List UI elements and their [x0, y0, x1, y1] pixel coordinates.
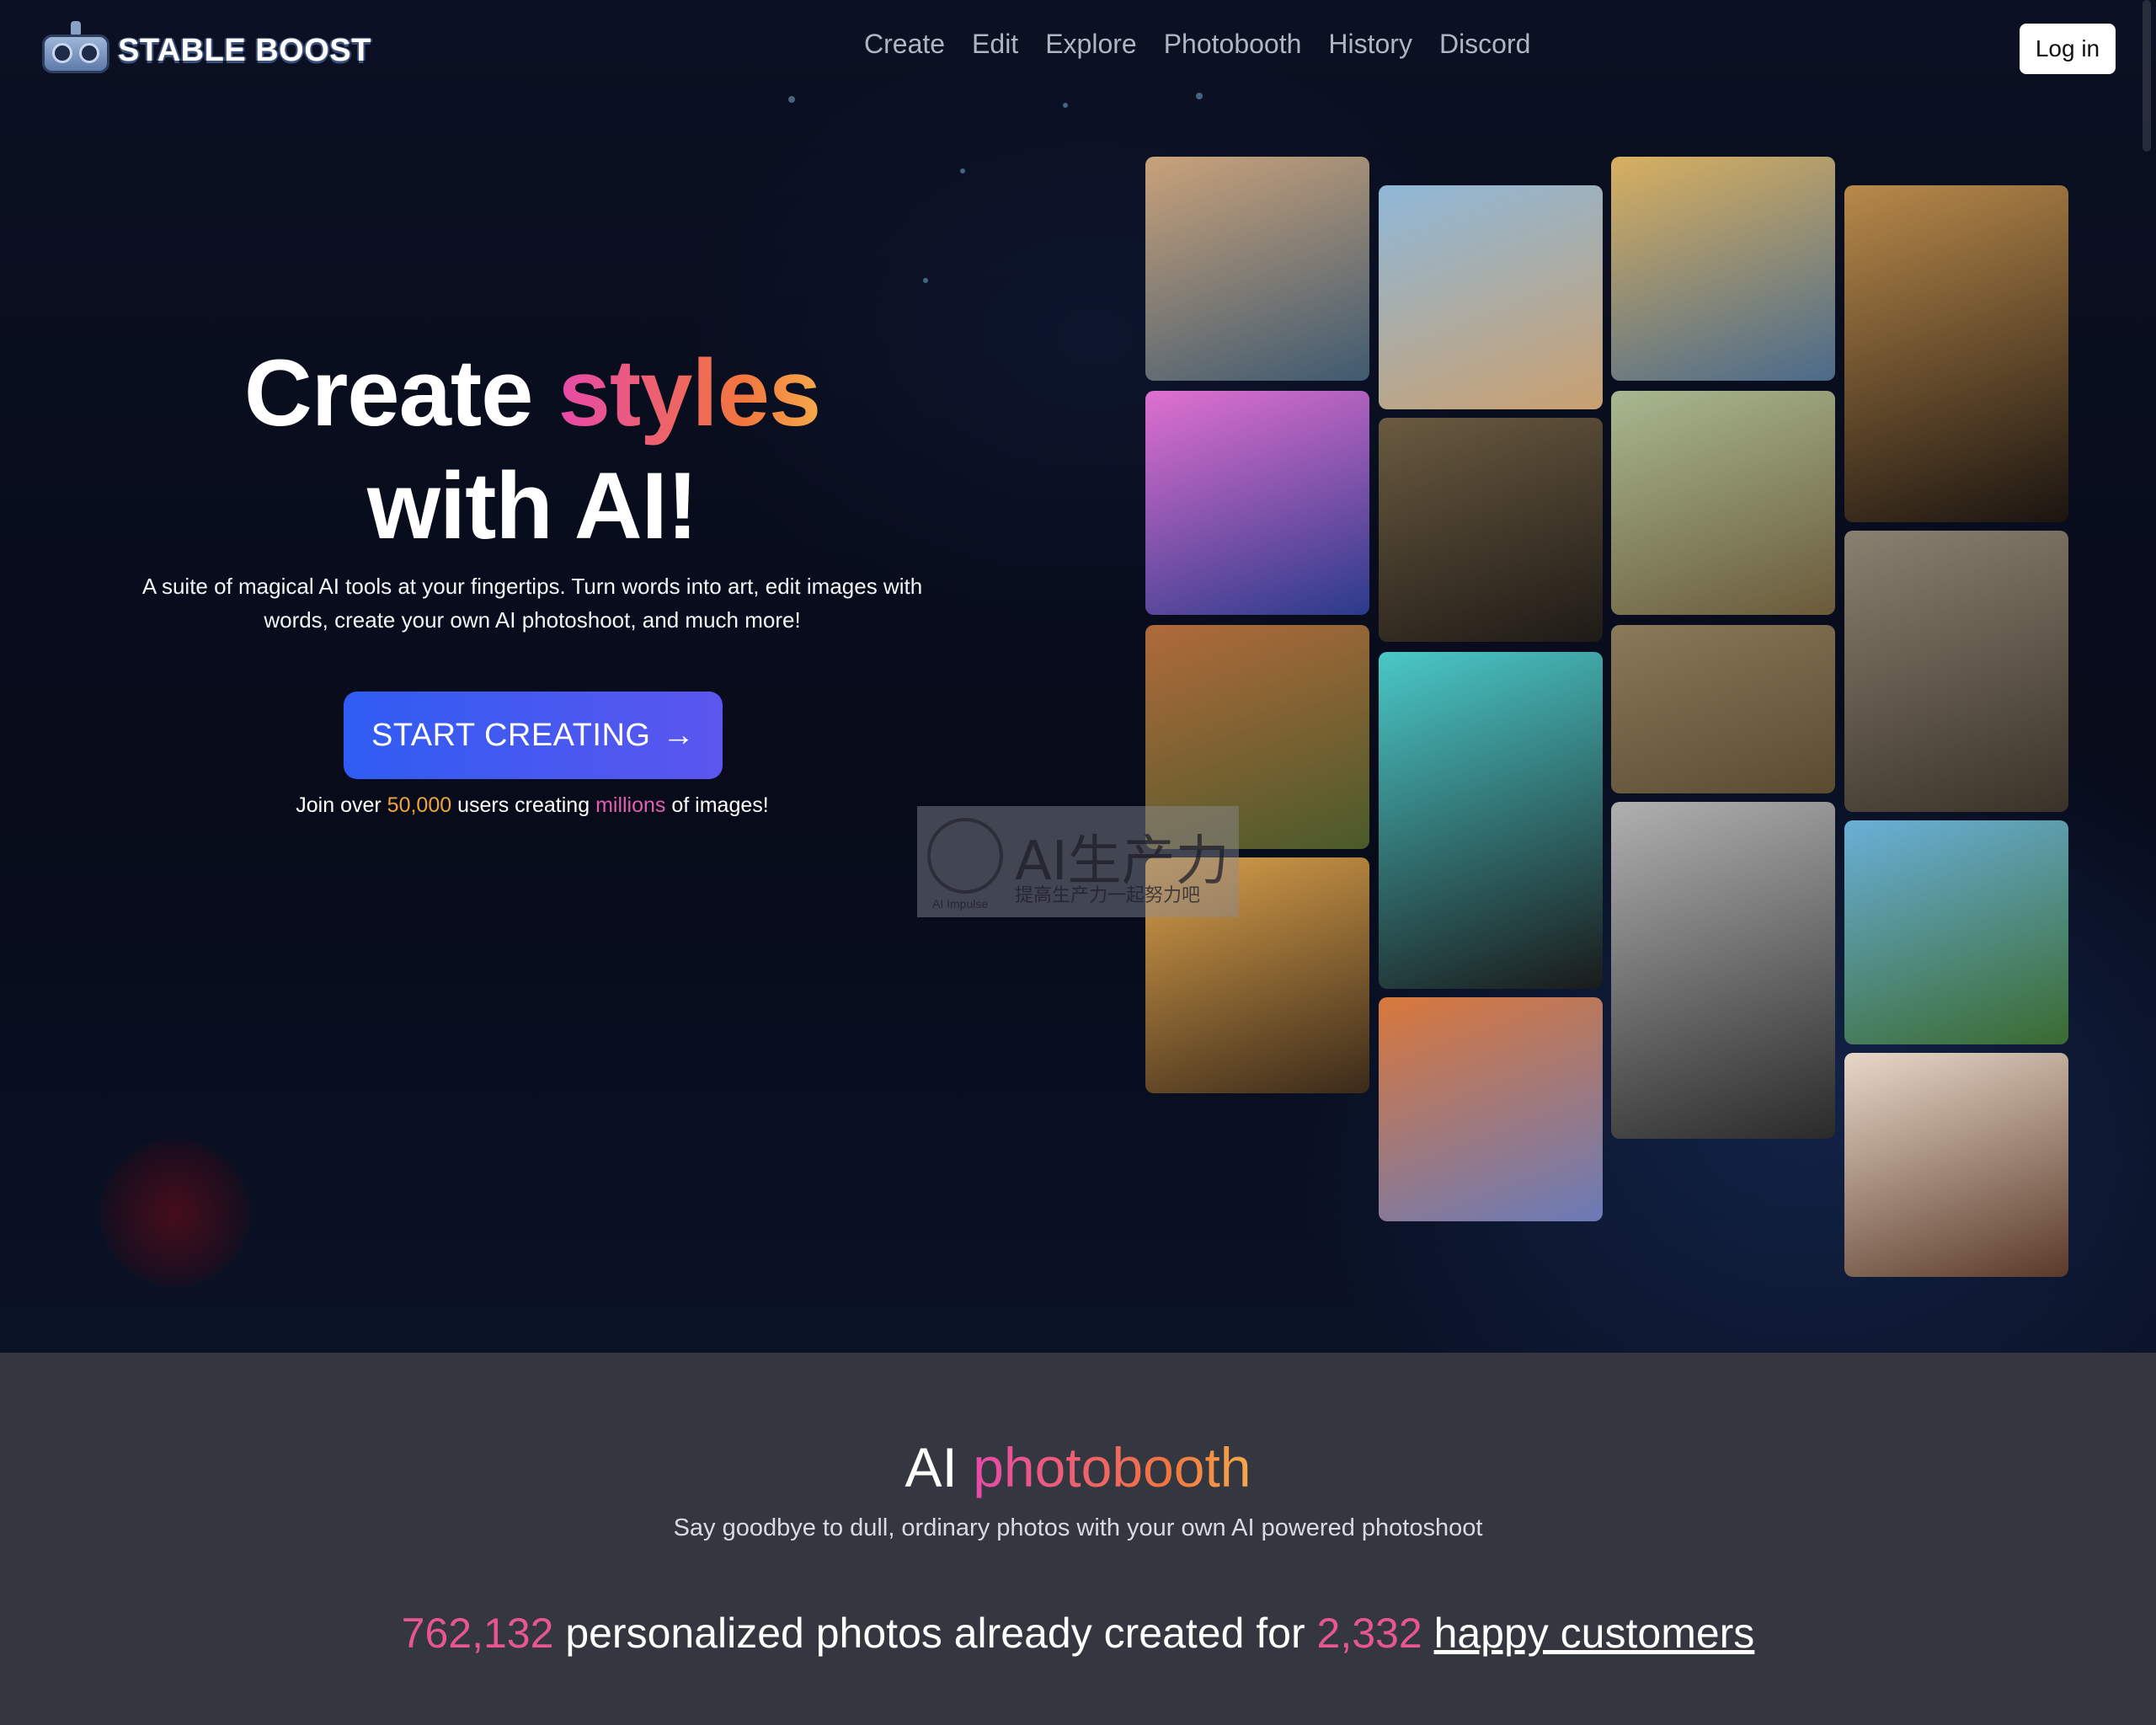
- horse-logo-icon: [927, 818, 1003, 894]
- gallery-image-domed-building-ruins[interactable]: [1844, 531, 2068, 812]
- watermark-subtitle: 提高生产力一起努力吧: [1015, 885, 1201, 906]
- nav-explore[interactable]: Explore: [1045, 29, 1137, 60]
- gallery-image-fox-closeup[interactable]: [1379, 997, 1603, 1221]
- photobooth-subtitle: Say goodbye to dull, ordinary photos wit…: [673, 1514, 1483, 1541]
- photos-mid-text: personalized photos already created for: [553, 1610, 1317, 1657]
- photobooth-section: AI photobooth Say goodbye to dull, ordin…: [0, 1353, 2156, 1725]
- join-suffix: of images!: [665, 793, 769, 817]
- nav-history[interactable]: History: [1328, 29, 1412, 60]
- hero-subcopy: A suite of magical AI tools at your fing…: [141, 574, 923, 633]
- join-millions: millions: [595, 793, 666, 817]
- brand-name: STABLE BOOST: [118, 32, 371, 68]
- gallery-image-mountain-lake-landscape[interactable]: [1844, 820, 2068, 1044]
- nav-photobooth[interactable]: Photobooth: [1164, 29, 1302, 60]
- nav-discord[interactable]: Discord: [1439, 29, 1530, 60]
- headline-prefix: Create: [243, 340, 558, 446]
- login-button[interactable]: Log in: [2020, 24, 2116, 74]
- gallery-image-man-in-gold-suit[interactable]: [1844, 185, 2068, 522]
- arrow-right-icon: →: [662, 717, 695, 753]
- star-dot: [788, 96, 795, 103]
- gallery-image-armored-lion-warrior[interactable]: [1611, 802, 1835, 1139]
- gallery-image-dark-castle[interactable]: [1379, 418, 1603, 642]
- photos-count: 762,132: [401, 1610, 554, 1657]
- robot-logo-icon: [40, 21, 111, 77]
- join-mid: users creating: [451, 793, 596, 817]
- photobooth-title-prefix: AI: [905, 1436, 974, 1498]
- star-dot: [1196, 93, 1203, 99]
- gallery-image-winged-dog[interactable]: [1611, 157, 1835, 381]
- hero-headline: Create styles with AI!: [0, 337, 1065, 563]
- gallery-image-forest-road[interactable]: [1611, 391, 1835, 615]
- gallery-image-anime-teal-girl[interactable]: [1379, 652, 1603, 989]
- scrollbar[interactable]: [2143, 0, 2151, 152]
- cta-label: START CREATING: [371, 717, 651, 753]
- star-dot: [960, 168, 965, 174]
- headline-line2: with AI!: [366, 453, 698, 558]
- gallery-image-smiling-woman-3d[interactable]: [1844, 1053, 2068, 1277]
- join-prefix: Join over: [296, 793, 387, 817]
- star-dot: [1063, 103, 1068, 108]
- gallery-image-black-dog-colorful[interactable]: [1145, 391, 1369, 615]
- watermark-logo-text: AI Impulse: [932, 897, 989, 911]
- gallery-image-street-cars-painting[interactable]: [1145, 157, 1369, 381]
- nav-create[interactable]: Create: [864, 29, 945, 60]
- join-stats: Join over 50,000 users creating millions…: [0, 793, 1065, 818]
- main-nav: Create Edit Explore Photobooth History D…: [864, 29, 1530, 60]
- hero-section: STABLE BOOST Create Edit Explore Photobo…: [0, 0, 2156, 1353]
- happy-customers-link[interactable]: happy customers: [1434, 1610, 1755, 1657]
- start-creating-button[interactable]: START CREATING →: [344, 692, 723, 779]
- photobooth-stats: 762,132 personalized photos already crea…: [0, 1609, 2156, 1658]
- headline-highlight: styles: [558, 340, 822, 446]
- red-glow: [99, 1137, 251, 1289]
- watermark-overlay: AI Impulse AI生产力 提高生产力一起努力吧: [917, 806, 1239, 917]
- photobooth-title: AI photobooth: [0, 1435, 2156, 1499]
- photobooth-title-highlight: photobooth: [973, 1436, 1251, 1498]
- customers-count: 2,332: [1316, 1610, 1422, 1657]
- gallery-image-cartoon-boy-robot[interactable]: [1379, 185, 1603, 409]
- logo[interactable]: STABLE BOOST: [40, 15, 371, 86]
- star-dot: [923, 278, 928, 283]
- gallery-image-green-sports-car[interactable]: [1611, 625, 1835, 793]
- nav-edit[interactable]: Edit: [972, 29, 1018, 60]
- join-users-count: 50,000: [387, 793, 452, 817]
